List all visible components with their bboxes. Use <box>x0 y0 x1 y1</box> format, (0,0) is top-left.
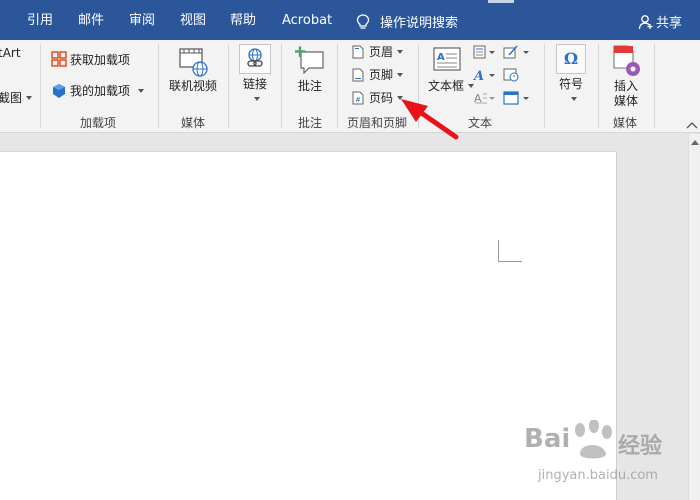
person-icon <box>638 15 653 30</box>
chevron-down-icon[interactable] <box>571 97 577 101</box>
my-addins-icon <box>51 83 67 99</box>
footer-button[interactable]: 页脚 <box>369 67 404 83</box>
ribbon-tab-bar: 引用 邮件 审阅 视图 帮助 Acrobat 操作说明搜索 共享 <box>0 0 700 40</box>
date-time-icon[interactable] <box>503 68 531 82</box>
header-icon <box>352 45 364 59</box>
insert-media-label-line1[interactable]: 插入 <box>614 78 638 94</box>
footer-label: 页脚 <box>369 68 394 82</box>
collapse-ribbon-icon[interactable] <box>686 120 698 130</box>
smartart-button-label[interactable]: tArt <box>0 45 21 61</box>
store-icon <box>51 51 67 67</box>
tab-mailings[interactable]: 邮件 <box>78 13 104 29</box>
my-addins-label: 我的加载项 <box>70 84 131 98</box>
baidu-watermark: Bai 经验 jingyan.baidu.com <box>524 420 694 496</box>
group-label-embed-media: 媒体 <box>613 116 638 130</box>
tell-me-label: 操作说明搜索 <box>380 16 459 31</box>
chevron-down-icon <box>397 73 404 77</box>
group-separator <box>40 44 41 128</box>
group-label-comments: 批注 <box>298 116 323 130</box>
group-label-addins: 加载项 <box>80 116 117 130</box>
quick-parts-icon[interactable] <box>473 45 497 59</box>
group-separator <box>544 44 545 128</box>
header-button[interactable]: 页眉 <box>369 44 404 60</box>
svg-text:A: A <box>437 52 445 63</box>
link-icon[interactable] <box>239 44 271 74</box>
share-label: 共享 <box>656 16 683 31</box>
text-box-label: 文本框 <box>428 79 465 93</box>
title-bar-sliver <box>488 0 514 3</box>
symbol-button[interactable]: 符号 <box>559 76 583 92</box>
scroll-up-icon[interactable] <box>691 140 699 145</box>
page-number-icon: # <box>352 91 364 105</box>
header-label: 页眉 <box>369 45 394 59</box>
drop-cap-icon[interactable]: A <box>473 91 497 105</box>
paw-icon <box>575 420 612 459</box>
tab-help[interactable]: 帮助 <box>230 13 256 29</box>
online-video-icon[interactable] <box>178 46 208 78</box>
link-button[interactable]: 链接 <box>243 76 267 92</box>
chevron-down-icon <box>138 89 145 93</box>
group-separator <box>228 44 229 128</box>
object-icon[interactable] <box>503 91 531 105</box>
text-box-icon[interactable]: A <box>432 46 462 74</box>
group-separator <box>337 44 338 128</box>
chevron-down-icon <box>26 96 33 100</box>
omega-symbol-icon[interactable]: Ω <box>556 44 586 74</box>
page-margin-marker <box>498 240 522 262</box>
tab-acrobat[interactable]: Acrobat <box>282 13 332 29</box>
chevron-down-icon <box>468 84 475 88</box>
chevron-down-icon <box>397 50 404 54</box>
screenshot-button[interactable]: 截图 <box>0 90 33 106</box>
insert-media-label-line2[interactable]: 媒体 <box>614 93 638 109</box>
tab-references[interactable]: 引用 <box>27 13 53 29</box>
insert-media-icon[interactable] <box>611 44 641 78</box>
tab-view[interactable]: 视图 <box>180 13 206 29</box>
watermark-brand-cn: 经验 <box>618 434 663 459</box>
svg-text:A: A <box>473 69 484 82</box>
watermark-brand: Bai <box>524 424 571 454</box>
watermark-url: jingyan.baidu.com <box>538 468 658 483</box>
ribbon-insert-panel: tArt 截图 获取加载项 我的加载项 加载项 联机视频 媒体 链接 批注 批注… <box>0 40 700 133</box>
new-comment-icon[interactable] <box>295 46 325 75</box>
signature-line-icon[interactable] <box>503 45 531 59</box>
annotation-arrow-icon <box>401 99 459 140</box>
tab-review[interactable]: 审阅 <box>129 13 155 29</box>
footer-icon <box>352 68 364 82</box>
group-label-text: 文本 <box>468 116 493 130</box>
screenshot-label: 截图 <box>0 91 23 105</box>
my-addins-button[interactable]: 我的加载项 <box>70 83 145 99</box>
group-separator <box>598 44 599 128</box>
group-separator <box>158 44 159 128</box>
wordart-icon[interactable]: A <box>472 68 497 84</box>
get-addins-button[interactable]: 获取加载项 <box>70 52 130 68</box>
group-separator <box>281 44 282 128</box>
online-video-button[interactable]: 联机视频 <box>169 78 217 94</box>
chevron-down-icon[interactable] <box>254 97 260 101</box>
comment-button[interactable]: 批注 <box>298 78 322 94</box>
page-number-label: 页码 <box>369 91 394 105</box>
group-label-media: 媒体 <box>181 116 206 130</box>
svg-text:#: # <box>355 96 361 104</box>
group-separator <box>654 44 655 128</box>
tell-me-search[interactable]: 操作说明搜索 <box>356 12 458 31</box>
share-button[interactable]: 共享 <box>638 12 682 31</box>
lightbulb-icon <box>356 14 370 29</box>
